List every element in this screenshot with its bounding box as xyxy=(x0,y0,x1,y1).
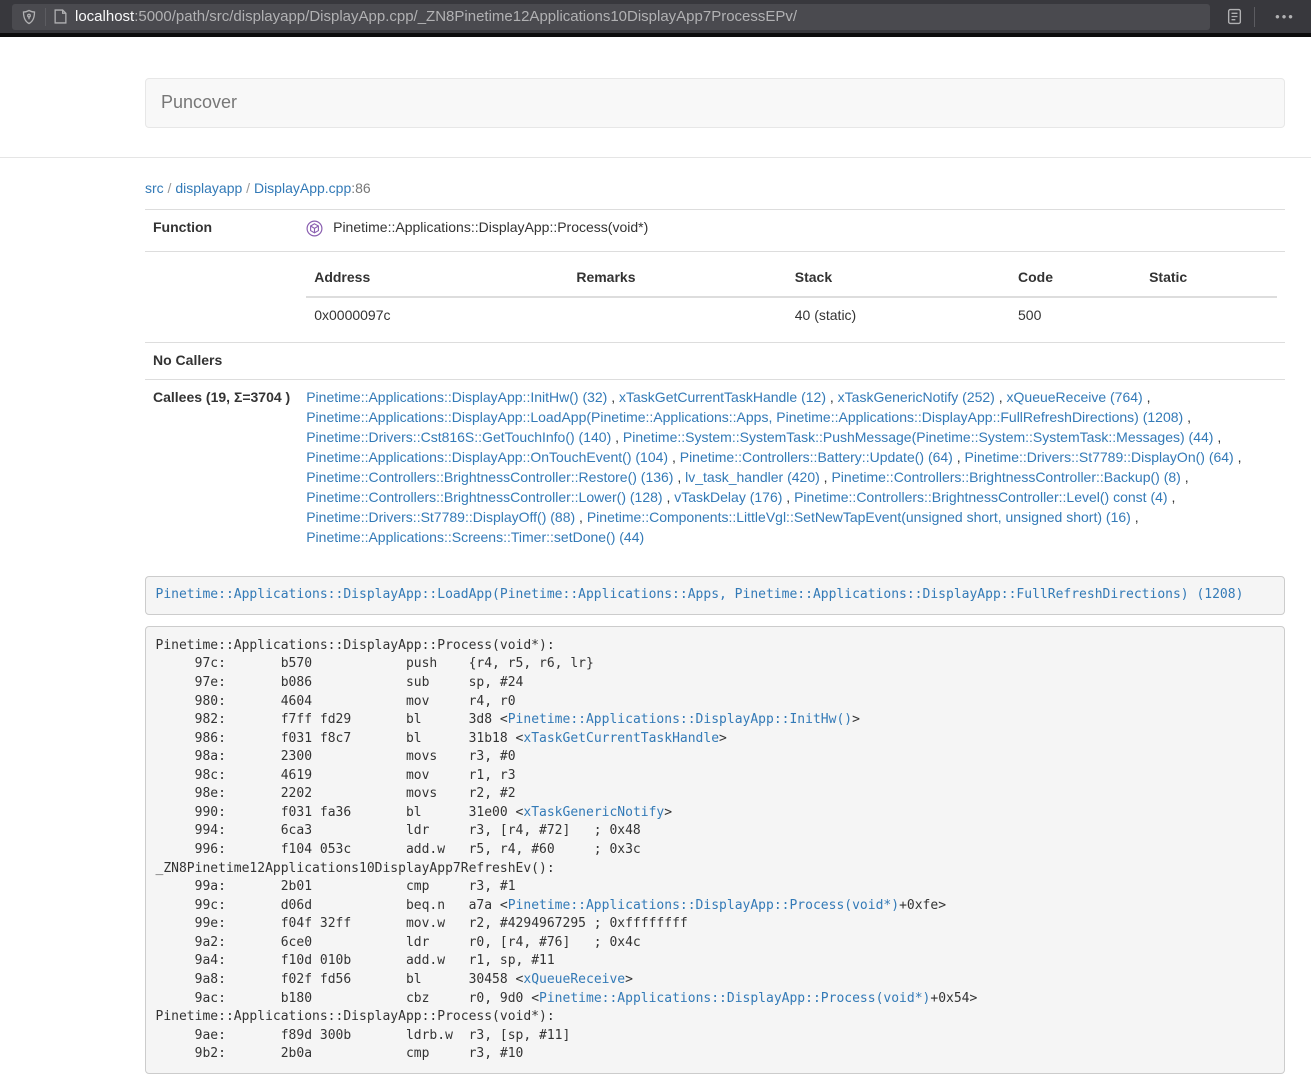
breadcrumb-separator: / xyxy=(164,180,176,196)
function-info-table: Function Pinetime::Applications::Display… xyxy=(145,209,1285,556)
callee-link[interactable]: Pinetime::Controllers::BrightnessControl… xyxy=(306,489,662,505)
assembly-symbol-link[interactable]: Pinetime::Applications::DisplayApp::Proc… xyxy=(539,991,930,1006)
callees-label: Callees (19, Σ=3704 ) xyxy=(145,379,298,555)
callee-link[interactable]: Pinetime::Applications::DisplayApp::OnTo… xyxy=(306,449,668,465)
breadcrumb-link-file[interactable]: DisplayApp.cpp xyxy=(254,180,351,196)
function-label: Function xyxy=(145,209,298,251)
url-text: localhost:5000/path/src/displayapp/Displ… xyxy=(75,6,797,27)
url-bar[interactable]: localhost:5000/path/src/displayapp/Displ… xyxy=(12,4,1210,30)
assembly-symbol-link[interactable]: Pinetime::Applications::DisplayApp::Init… xyxy=(508,712,852,727)
static-value xyxy=(1141,297,1277,334)
breadcrumb-link-src[interactable]: src xyxy=(145,180,164,196)
callee-link[interactable]: Pinetime::Drivers::Cst816S::GetTouchInfo… xyxy=(306,429,611,445)
callee-link[interactable]: Pinetime::Drivers::St7789::DisplayOn() (… xyxy=(965,449,1234,465)
metrics-values-row: 0x0000097c 40 (static) 500 xyxy=(306,297,1277,334)
symbol-cube-icon xyxy=(306,224,327,240)
callees-cell: Pinetime::Applications::DisplayApp::Init… xyxy=(298,379,1285,555)
callee-link[interactable]: Pinetime::Controllers::BrightnessControl… xyxy=(306,469,673,485)
callee-link[interactable]: Pinetime::Applications::DisplayApp::Init… xyxy=(306,389,607,405)
breadcrumb-link-displayapp[interactable]: displayapp xyxy=(175,180,242,196)
reader-mode-icon[interactable] xyxy=(1220,4,1248,30)
col-code: Code xyxy=(1010,260,1141,297)
function-row: Function Pinetime::Applications::Display… xyxy=(145,209,1285,251)
metrics-table: Address Remarks Stack Code Static 0x0000… xyxy=(306,260,1277,334)
window-edge xyxy=(0,33,1311,37)
callee-link[interactable]: Pinetime::Components::LittleVgl::SetNewT… xyxy=(587,509,1131,525)
page-proxy-icon xyxy=(54,9,67,24)
highlighted-callee: Pinetime::Applications::DisplayApp::Load… xyxy=(145,576,1285,616)
col-remarks: Remarks xyxy=(568,260,786,297)
assembly-symbol-link[interactable]: Pinetime::Applications::DisplayApp::Proc… xyxy=(508,898,899,913)
col-address: Address xyxy=(306,260,568,297)
callees-row: Callees (19, Σ=3704 ) Pinetime::Applicat… xyxy=(145,379,1285,555)
no-callers-row: No Callers xyxy=(145,342,1285,379)
assembly-code: Pinetime::Applications::DisplayApp::Proc… xyxy=(145,626,1285,1074)
highlighted-callee-link[interactable]: Pinetime::Applications::DisplayApp::Load… xyxy=(156,587,1244,602)
callee-link[interactable]: Pinetime::Controllers::BrightnessControl… xyxy=(831,469,1180,485)
address-value: 0x0000097c xyxy=(306,297,568,334)
function-name: Pinetime::Applications::DisplayApp::Proc… xyxy=(333,219,648,235)
metrics-row: Address Remarks Stack Code Static 0x0000… xyxy=(145,251,1285,342)
callee-link[interactable]: Pinetime::Controllers::Battery::Update()… xyxy=(680,449,953,465)
code-value: 500 xyxy=(1010,297,1141,334)
page-actions-menu-icon[interactable]: ••• xyxy=(1271,4,1299,30)
url-host: localhost xyxy=(75,8,134,25)
url-path: :5000/path/src/displayapp/DisplayApp.cpp… xyxy=(134,8,797,25)
callee-link[interactable]: xQueueReceive (764) xyxy=(1007,389,1143,405)
brand-puncover[interactable]: Puncover xyxy=(146,90,252,116)
assembly-symbol-link[interactable]: xTaskGenericNotify xyxy=(523,805,664,820)
callee-link[interactable]: vTaskDelay (176) xyxy=(674,489,782,505)
callee-link[interactable]: lv_task_handler (420) xyxy=(685,469,820,485)
breadcrumb-line-number: :86 xyxy=(351,180,370,196)
toolbar-divider xyxy=(1254,7,1255,27)
tracking-protection-shield-icon[interactable] xyxy=(21,9,37,25)
assembly-symbol-link[interactable]: xQueueReceive xyxy=(523,972,625,987)
assembly-symbol-link[interactable]: xTaskGetCurrentTaskHandle xyxy=(523,731,719,746)
callee-link[interactable]: Pinetime::Applications::DisplayApp::Load… xyxy=(306,409,1183,425)
callee-link[interactable]: xTaskGenericNotify (252) xyxy=(838,389,995,405)
stack-value: 40 (static) xyxy=(787,297,1010,334)
no-callers-label: No Callers xyxy=(145,342,1285,379)
callee-link[interactable]: xTaskGetCurrentTaskHandle (12) xyxy=(619,389,826,405)
urlbar-divider xyxy=(45,8,46,26)
col-stack: Stack xyxy=(787,260,1010,297)
callee-link[interactable]: Pinetime::Controllers::BrightnessControl… xyxy=(794,489,1167,505)
navbar: Puncover xyxy=(145,78,1285,128)
remarks-value xyxy=(568,297,786,334)
browser-toolbar: localhost:5000/path/src/displayapp/Displ… xyxy=(0,0,1311,33)
callee-link[interactable]: Pinetime::Applications::Screens::Timer::… xyxy=(306,529,644,545)
callee-link[interactable]: Pinetime::Drivers::St7789::DisplayOff() … xyxy=(306,509,575,525)
col-static: Static xyxy=(1141,260,1277,297)
divider-rule xyxy=(0,157,1311,158)
breadcrumb: src / displayapp / DisplayApp.cpp:86 xyxy=(145,179,1285,199)
breadcrumb-separator: / xyxy=(242,180,254,196)
callee-link[interactable]: Pinetime::System::SystemTask::PushMessag… xyxy=(623,429,1214,445)
